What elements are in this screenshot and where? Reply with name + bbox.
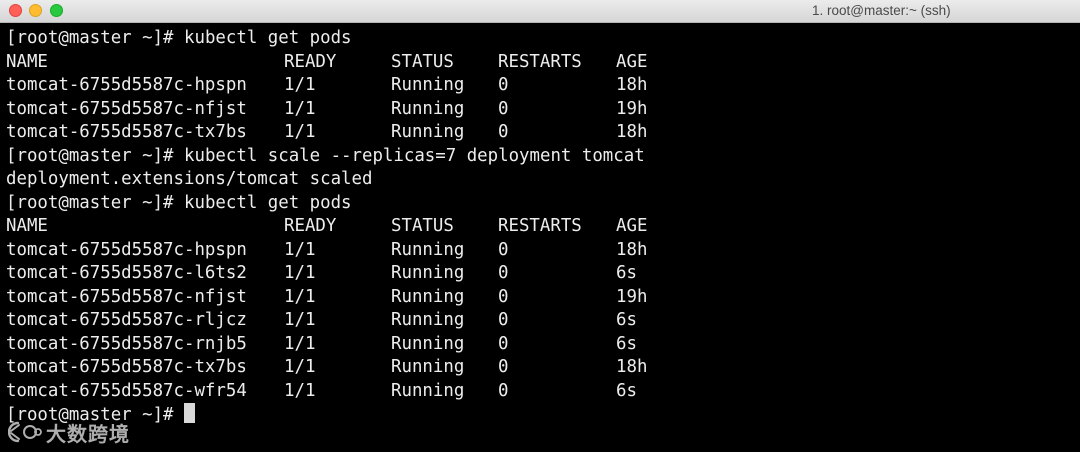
shell-prompt: [root@master ~]# xyxy=(6,145,184,166)
watermark: 大数跨境 xyxy=(8,418,130,446)
pod-age: 19h xyxy=(616,98,648,119)
pod-age: 6s xyxy=(616,263,637,283)
pods-table-header: NAME READY STATUS RESTARTS AGE xyxy=(6,215,1080,239)
pod-ready: 1/1 xyxy=(284,122,316,142)
pod-ready: 1/1 xyxy=(284,286,316,307)
pod-restarts: 0 xyxy=(498,310,509,330)
pod-name: tomcat-6755d5587c-hpspn xyxy=(6,239,247,260)
pod-row: tomcat-6755d5587c-nfjst 1/1 Running 0 19h xyxy=(6,98,1080,122)
shell-prompt: [root@master ~]# xyxy=(6,28,184,48)
pod-row: tomcat-6755d5587c-l6ts2 1/1 Running 0 6s xyxy=(6,262,1080,286)
pod-status: Running xyxy=(391,98,465,119)
title-bar[interactable]: 1. root@master:~ (ssh) xyxy=(0,0,1080,23)
pod-status: Running xyxy=(391,263,465,283)
pod-age: 18h xyxy=(616,239,648,260)
command-text: kubectl get pods xyxy=(184,28,352,48)
pod-row: tomcat-6755d5587c-hpspn 1/1 Running 0 18h xyxy=(6,239,1080,263)
pod-row: tomcat-6755d5587c-nfjst 1/1 Running 0 19h xyxy=(6,286,1080,310)
pod-name: tomcat-6755d5587c-tx7bs xyxy=(6,357,247,377)
pod-ready: 1/1 xyxy=(284,310,316,330)
watermark-text: 大数跨境 xyxy=(46,421,130,446)
pod-status: Running xyxy=(391,75,465,95)
command-line: [root@master ~]# kubectl scale --replica… xyxy=(6,145,1080,169)
pod-restarts: 0 xyxy=(498,380,509,401)
header-restarts: RESTARTS xyxy=(498,216,582,236)
pod-restarts: 0 xyxy=(498,357,509,377)
terminal-output[interactable]: [root@master ~]# kubectl get pods NAME RE… xyxy=(0,27,1080,452)
pod-row: tomcat-6755d5587c-rnjb5 1/1 Running 0 6s xyxy=(6,333,1080,357)
header-status: STATUS xyxy=(391,216,454,236)
header-age: AGE xyxy=(616,51,648,72)
command-text: kubectl get pods xyxy=(184,192,352,213)
pod-ready: 1/1 xyxy=(284,239,316,260)
pod-ready: 1/1 xyxy=(284,75,316,95)
pod-restarts: 0 xyxy=(498,122,509,142)
pod-age: 18h xyxy=(616,357,648,377)
header-name: NAME xyxy=(6,216,48,236)
active-prompt-line[interactable]: [root@master ~]# xyxy=(6,403,1080,427)
pod-age: 19h xyxy=(616,286,648,307)
pod-status: Running xyxy=(391,380,465,401)
pod-restarts: 0 xyxy=(498,333,509,354)
command-output: deployment.extensions/tomcat scaled xyxy=(6,169,373,189)
header-age: AGE xyxy=(616,216,648,236)
pod-ready: 1/1 xyxy=(284,98,316,119)
pod-ready: 1/1 xyxy=(284,333,316,354)
header-name: NAME xyxy=(6,51,48,72)
command-line: [root@master ~]# kubectl get pods xyxy=(6,27,1080,51)
command-text: kubectl scale --replicas=7 deployment to… xyxy=(184,145,645,166)
pod-status: Running xyxy=(391,310,465,330)
pod-age: 18h xyxy=(616,122,648,142)
pod-row: tomcat-6755d5587c-tx7bs 1/1 Running 0 18h xyxy=(6,121,1080,145)
watermark-logo-icon xyxy=(8,421,42,443)
pod-status: Running xyxy=(391,333,465,354)
pod-status: Running xyxy=(391,122,465,142)
pod-row: tomcat-6755d5587c-hpspn 1/1 Running 0 18h xyxy=(6,74,1080,98)
pod-ready: 1/1 xyxy=(284,380,316,401)
terminal-window: 1. root@master:~ (ssh) [root@master ~]# … xyxy=(0,0,1080,452)
close-window-button[interactable] xyxy=(9,4,22,17)
minimize-window-button[interactable] xyxy=(29,4,42,17)
pod-age: 6s xyxy=(616,310,637,330)
header-restarts: RESTARTS xyxy=(498,51,582,72)
pod-ready: 1/1 xyxy=(284,263,316,283)
pod-row: tomcat-6755d5587c-tx7bs 1/1 Running 0 18h xyxy=(6,356,1080,380)
maximize-window-button[interactable] xyxy=(50,4,63,17)
command-line: [root@master ~]# kubectl get pods xyxy=(6,192,1080,216)
pod-restarts: 0 xyxy=(498,98,509,119)
pod-age: 6s xyxy=(616,333,637,354)
header-status: STATUS xyxy=(391,51,454,72)
text-cursor xyxy=(184,403,195,423)
pod-name: tomcat-6755d5587c-nfjst xyxy=(6,98,247,119)
pod-restarts: 0 xyxy=(498,75,509,95)
pod-name: tomcat-6755d5587c-nfjst xyxy=(6,286,247,307)
pod-name: tomcat-6755d5587c-rljcz xyxy=(6,310,247,330)
window-title: 1. root@master:~ (ssh) xyxy=(812,3,951,18)
pod-status: Running xyxy=(391,357,465,377)
pod-restarts: 0 xyxy=(498,286,509,307)
pod-age: 6s xyxy=(616,380,637,401)
pod-restarts: 0 xyxy=(498,263,509,283)
pod-ready: 1/1 xyxy=(284,357,316,377)
header-ready: READY xyxy=(284,51,337,72)
shell-prompt: [root@master ~]# xyxy=(6,192,184,213)
pod-name: tomcat-6755d5587c-rnjb5 xyxy=(6,333,247,354)
pod-name: tomcat-6755d5587c-tx7bs xyxy=(6,122,247,142)
pod-status: Running xyxy=(391,239,465,260)
pod-name: tomcat-6755d5587c-l6ts2 xyxy=(6,263,247,283)
pod-row: tomcat-6755d5587c-wfr54 1/1 Running 0 6s xyxy=(6,380,1080,404)
pod-name: tomcat-6755d5587c-hpspn xyxy=(6,75,247,95)
pod-row: tomcat-6755d5587c-rljcz 1/1 Running 0 6s xyxy=(6,309,1080,333)
pod-age: 18h xyxy=(616,75,648,95)
header-ready: READY xyxy=(284,216,337,236)
pod-name: tomcat-6755d5587c-wfr54 xyxy=(6,380,247,401)
pods-table-header: NAME READY STATUS RESTARTS AGE xyxy=(6,51,1080,75)
pod-status: Running xyxy=(391,286,465,307)
pod-restarts: 0 xyxy=(498,239,509,260)
